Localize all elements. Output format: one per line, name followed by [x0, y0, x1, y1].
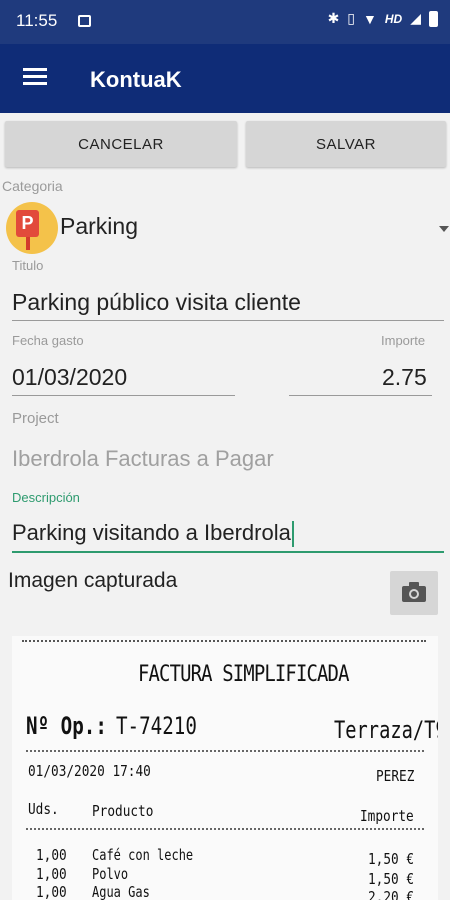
network-type-label: HD: [384, 11, 403, 26]
receipt-item-product: Agua Gas: [92, 883, 150, 900]
date-underline: [12, 395, 235, 396]
receipt-item-qty: 1,00: [36, 883, 67, 900]
amount-field[interactable]: 2.75: [382, 364, 427, 391]
status-icons: ✱ ▯ ▼ HD ◢: [328, 10, 438, 27]
receipt-col-units: Uds.: [28, 800, 59, 818]
description-text: Parking visitando a Iberdrola: [12, 520, 291, 545]
battery-icon: [429, 10, 438, 27]
amount-label: Importe: [381, 333, 426, 348]
camera-icon: [402, 582, 426, 602]
menu-icon[interactable]: [23, 68, 47, 86]
description-field[interactable]: Parking visitando a Iberdrola: [12, 520, 294, 548]
description-underline: [12, 551, 444, 553]
dropdown-arrow-icon[interactable]: [439, 226, 449, 232]
bluetooth-icon: ✱: [327, 10, 340, 26]
save-button[interactable]: SALVAR: [246, 121, 446, 167]
receipt-server: PEREZ: [376, 767, 415, 785]
signal-icon: ◢: [410, 10, 421, 26]
receipt-item-amount: 1,50 €: [368, 850, 415, 868]
title-label: Titulo: [12, 258, 44, 273]
receipt-table: Terraza/T9: [334, 716, 438, 744]
category-select[interactable]: Parking: [60, 213, 138, 240]
receipt-col-product: Producto: [92, 802, 154, 820]
receipt-image: FACTURA SIMPLIFICADA Nº Op.: T-74210 Ter…: [12, 636, 438, 900]
status-bar: 11:55 ✱ ▯ ▼ HD ◢: [0, 0, 450, 44]
receipt-item-qty: 1,00: [36, 865, 67, 883]
status-time: 11:55: [16, 11, 58, 30]
receipt-datetime: 01/03/2020 17:40: [28, 762, 151, 780]
captured-image-label: Imagen capturada: [8, 569, 178, 592]
date-field[interactable]: 01/03/2020: [12, 364, 127, 391]
receipt-col-amount: Importe: [360, 807, 414, 825]
wifi-icon: ▼: [363, 10, 377, 27]
receipt-op-number: T-74210: [116, 712, 197, 740]
title-underline: [12, 320, 444, 321]
receipt-item-amount: 2,20 €: [368, 888, 415, 900]
receipt-op-label: Nº Op.:: [26, 712, 107, 740]
category-label: Categoria: [2, 178, 63, 194]
vibrate-icon: ▯: [347, 10, 356, 26]
app-bar: KontuaK: [0, 44, 450, 113]
receipt-title: FACTURA SIMPLIFICADA: [138, 662, 349, 687]
receipt-item-product: Café con leche: [92, 846, 194, 864]
amount-underline: [289, 395, 432, 396]
receipt-item-qty: 1,00: [36, 846, 67, 864]
description-label: Descripción: [12, 490, 80, 505]
title-field[interactable]: Parking público visita cliente: [12, 289, 301, 316]
project-label: Project: [12, 410, 59, 427]
cancel-button[interactable]: CANCELAR: [5, 121, 237, 167]
message-notification-icon: [78, 15, 91, 27]
receipt-item-amount: 1,50 €: [368, 870, 415, 888]
date-label: Fecha gasto: [12, 333, 84, 348]
project-field[interactable]: Iberdrola Facturas a Pagar: [12, 446, 274, 472]
app-title: KontuaK: [90, 67, 182, 92]
camera-button[interactable]: [390, 571, 438, 615]
receipt-item-product: Polvo: [92, 865, 129, 883]
parking-icon: P: [6, 202, 58, 254]
text-cursor: [291, 521, 294, 548]
